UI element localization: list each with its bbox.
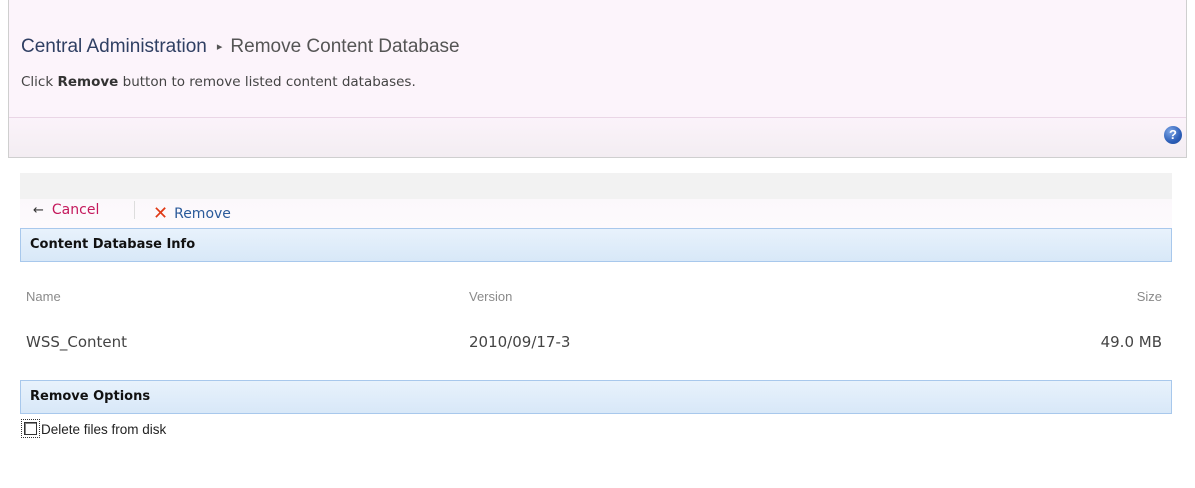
- breadcrumb-arrow-icon: ▸: [216, 41, 223, 53]
- page-title: Remove Content Database: [230, 36, 460, 57]
- remove-options-header: Remove Options: [20, 380, 1172, 414]
- database-version: 2010/09/17-3: [469, 333, 571, 351]
- column-header-name: Name: [26, 289, 61, 304]
- help-icon[interactable]: ?: [1164, 126, 1182, 144]
- database-name: WSS_Content: [26, 333, 128, 351]
- toolbar: ← Cancel ✕ Remove: [20, 173, 1172, 228]
- checkbox-focus-outline: [21, 419, 40, 438]
- page-description: Click Remove button to remove listed con…: [21, 74, 416, 90]
- description-bold: Remove: [57, 74, 119, 90]
- header-title-area: [9, 0, 1186, 118]
- cancel-button[interactable]: ← Cancel: [33, 202, 99, 218]
- remove-button[interactable]: ✕ Remove: [153, 202, 231, 224]
- description-prefix: Click: [21, 74, 54, 90]
- column-header-version: Version: [469, 289, 513, 304]
- toolbar-divider: [134, 201, 135, 219]
- cancel-label: Cancel: [51, 202, 100, 218]
- content-database-info-header: Content Database Info: [20, 228, 1172, 262]
- main-content: ← Cancel ✕ Remove Content Database Info Na…: [20, 173, 1172, 444]
- breadcrumb-root[interactable]: Central Administration: [21, 36, 207, 57]
- delete-files-checkbox[interactable]: [24, 422, 37, 435]
- column-header-size: Size: [1136, 289, 1162, 304]
- database-info-table: Name Version Size WSS_Content 2010/09/17…: [20, 262, 1172, 380]
- header-ribbon-strip: [9, 118, 1186, 157]
- breadcrumb: Central Administration ▸ Remove Content Da…: [21, 36, 460, 58]
- red-x-icon: ✕: [153, 203, 169, 224]
- delete-files-label[interactable]: Delete files from disk: [41, 422, 166, 437]
- remove-label: Remove: [174, 206, 231, 222]
- database-size: 49.0 MB: [1100, 333, 1162, 351]
- page-header: Central Administration ▸ Remove Content Da…: [8, 0, 1187, 158]
- description-suffix: button to remove listed content database…: [122, 74, 416, 90]
- back-arrow-icon: ←: [33, 203, 44, 218]
- delete-files-option: Delete files from disk: [20, 414, 1172, 444]
